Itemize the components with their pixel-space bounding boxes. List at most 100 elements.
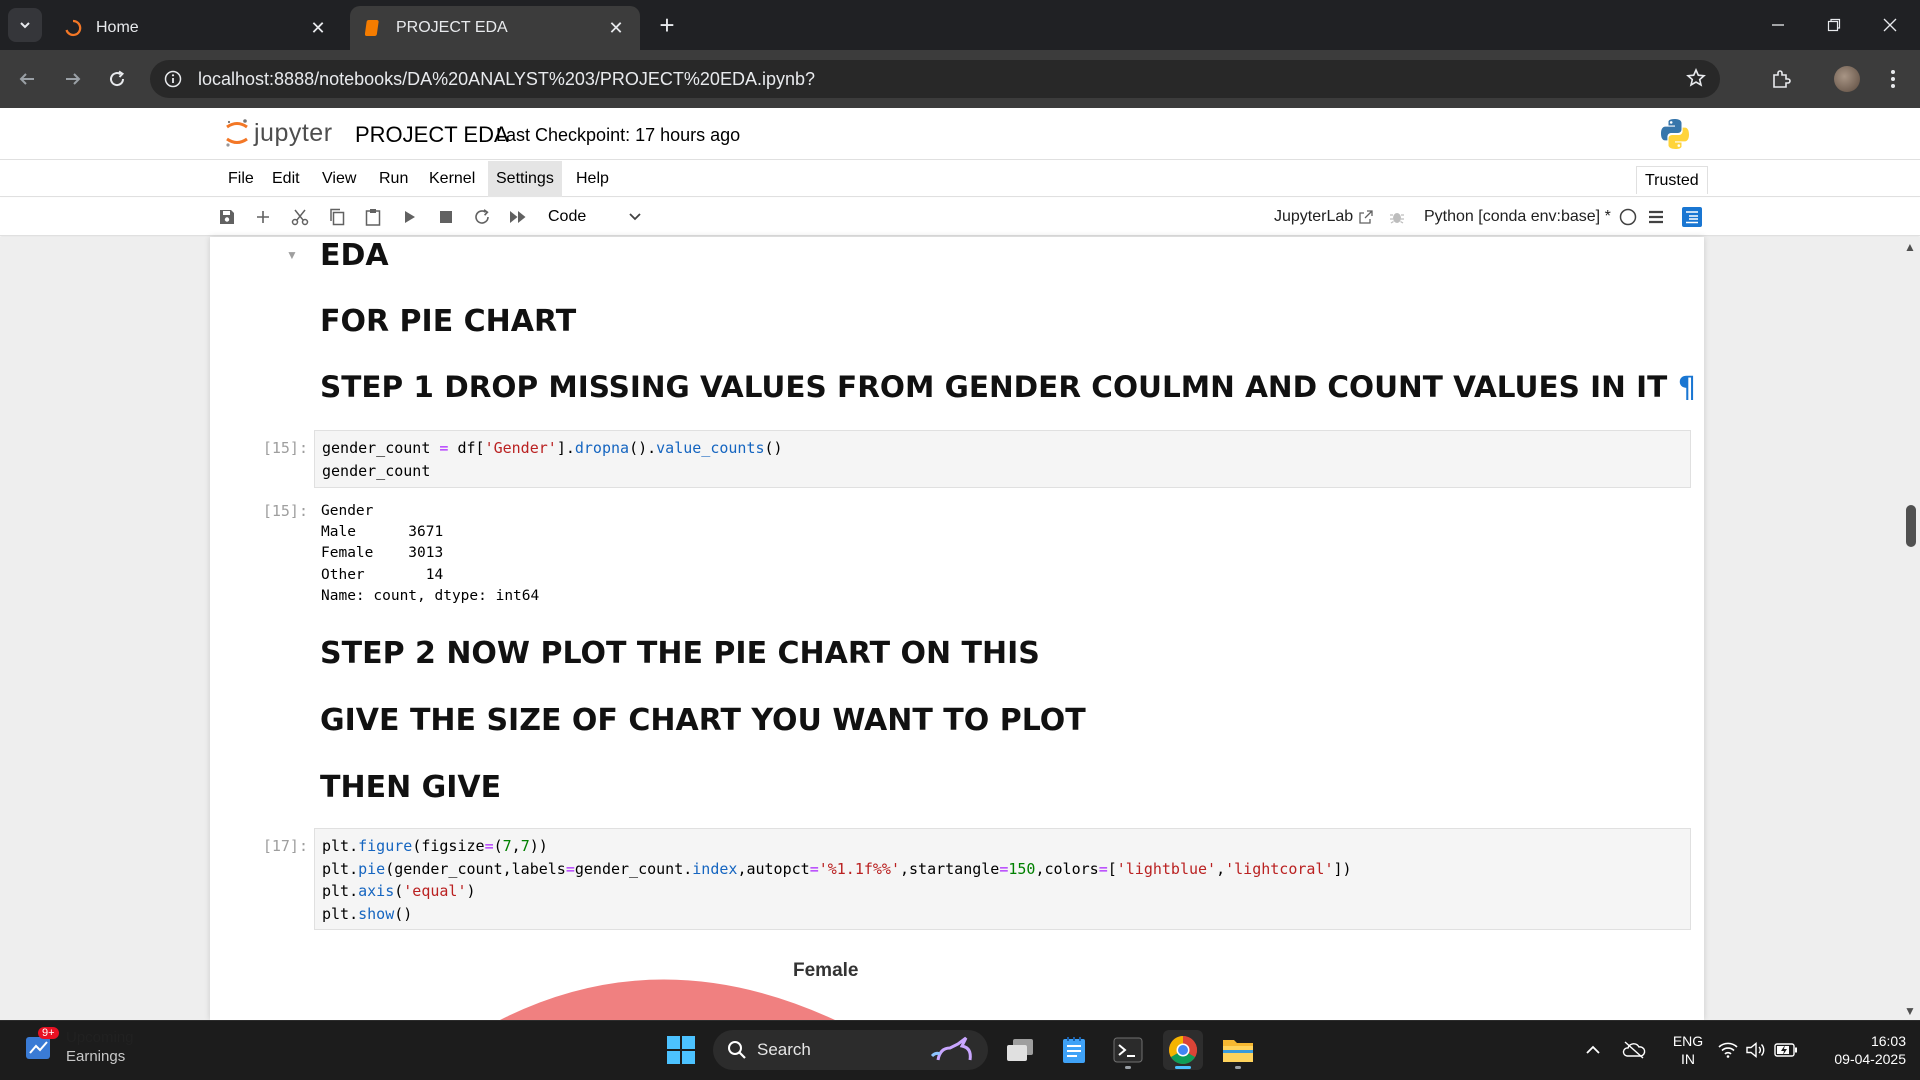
close-icon[interactable]: ✕ [606,18,626,39]
insert-cell-button[interactable] [249,204,277,230]
notepad-app[interactable] [1054,1030,1094,1070]
input-language[interactable]: ENG IN [1668,1032,1708,1068]
close-icon[interactable]: ✕ [308,18,328,39]
jupyter-wordmark: jupyter [254,118,333,147]
scrollbar-thumb[interactable] [1906,505,1916,547]
chevron-down-icon [629,213,641,221]
play-icon [405,211,415,223]
tab-search-button[interactable] [8,8,42,42]
jupyter-logo[interactable]: jupyter [224,118,333,148]
close-window-button[interactable] [1862,0,1918,50]
minimize-button[interactable] [1750,0,1806,50]
arrow-right-icon [66,73,81,85]
file-explorer-app[interactable] [1218,1030,1258,1070]
tab-project-eda[interactable]: PROJECT EDA ✕ [350,6,640,50]
output-prompt: [15]: [262,502,308,520]
chrome-icon [1169,1036,1197,1064]
save-button[interactable] [213,204,241,230]
code-cell-gender-count[interactable]: gender_count = df['Gender'].dropna().val… [314,430,1691,488]
cell-prompt: [17]: [262,837,308,855]
debugger-icon[interactable] [1384,204,1410,230]
collapse-heading-icon[interactable]: ▼ [286,248,298,262]
scroll-down-icon[interactable]: ▼ [1902,1004,1918,1018]
onedrive-offline-icon[interactable] [1620,1030,1648,1070]
clock-date: 09-04-2025 [1834,1051,1906,1067]
external-link-icon [1359,210,1373,224]
scrollbar-track[interactable] [1900,237,1920,1020]
menu-file[interactable]: File [220,161,262,197]
active-indicator [1175,1066,1191,1069]
notebook-title[interactable]: PROJECT EDA [355,122,509,148]
jupyterlab-label: JupyterLab [1274,208,1354,225]
heading-for-pie-chart: FOR PIE CHART [320,304,577,339]
cell-type-value: Code [548,208,587,225]
open-jupyterlab-link[interactable]: JupyterLab [1274,204,1373,230]
reload-button[interactable] [100,62,134,96]
chevron-down-icon [20,22,30,29]
menu-run[interactable]: Run [371,161,416,197]
back-button[interactable] [10,62,44,96]
anchor-link[interactable]: ¶ [1678,370,1697,404]
wifi-icon[interactable] [1716,1030,1740,1070]
bookmark-star-icon[interactable] [1686,68,1706,93]
url-field[interactable]: localhost:8888/notebooks/DA%20ANALYST%20… [150,60,1720,98]
restart-run-all-button[interactable] [504,204,532,230]
extensions-button[interactable] [1764,62,1798,96]
terminal-app[interactable] [1108,1030,1148,1070]
notebook-icon [364,19,382,37]
scroll-up-icon[interactable]: ▲ [1902,240,1918,254]
copy-icon [330,208,345,226]
cut-button[interactable] [286,204,314,230]
cell-type-select[interactable]: Code [540,204,650,230]
menu-view[interactable]: View [314,161,364,197]
menu-edit[interactable]: Edit [264,161,308,197]
restore-button[interactable] [1806,0,1862,50]
widget-title: Upcoming [66,1029,134,1046]
system-clock[interactable]: 16:03 09-04-2025 [1810,1032,1906,1068]
forward-button[interactable] [56,62,90,96]
start-button[interactable] [661,1030,701,1070]
taskbar-search[interactable]: Search [713,1030,988,1070]
run-cell-button[interactable] [396,204,424,230]
battery-icon[interactable] [1772,1030,1800,1070]
menu-settings[interactable]: Settings [488,161,562,197]
restart-icon [475,209,489,224]
table-of-contents-icon[interactable] [1678,204,1706,230]
reload-icon [110,70,125,87]
save-icon [220,210,234,224]
site-info-icon[interactable] [164,70,182,88]
show-hidden-icons-button[interactable] [1582,1030,1604,1070]
language-code: ENG [1672,1033,1704,1049]
clipboard-icon [365,209,381,226]
task-view-button[interactable] [1000,1030,1040,1070]
heading-eda: EDA [320,238,389,273]
code-cell-pie-chart[interactable]: plt.figure(figsize=(7,7)) plt.pie(gender… [314,828,1691,930]
restart-kernel-button[interactable] [468,204,496,230]
minimize-icon [1772,24,1784,26]
menu-help[interactable]: Help [568,161,617,197]
jupyter-spinner-icon [64,19,82,37]
profile-button[interactable] [1830,62,1864,96]
jupyter-logo-icon [226,119,248,147]
menu-kernel[interactable]: Kernel [421,161,483,197]
paste-button[interactable] [359,204,387,230]
chrome-menu-button[interactable] [1876,62,1910,96]
search-icon [728,1041,746,1059]
kernel-name[interactable]: Python [conda env:base] * [1424,204,1611,230]
volume-icon[interactable] [1744,1030,1768,1070]
interrupt-kernel-button[interactable] [432,204,460,230]
trusted-indicator[interactable]: Trusted [1636,166,1708,194]
copy-button[interactable] [323,204,351,230]
running-indicator [1125,1066,1131,1069]
running-indicator [1235,1066,1241,1069]
widgets-button[interactable]: 9+ Upcoming Earnings [24,1027,134,1066]
new-tab-button[interactable]: + [652,10,682,40]
tab-home[interactable]: Home ✕ [50,6,342,50]
chrome-app[interactable] [1163,1030,1203,1070]
more-vertical-icon [1891,70,1895,88]
search-label: Search [757,1040,811,1059]
list-icon[interactable] [1642,204,1670,230]
heading-then-give: THEN GIVE [320,770,502,805]
chevron-up-icon [1586,1045,1600,1054]
unicorn-highlight-icon [930,1036,972,1061]
